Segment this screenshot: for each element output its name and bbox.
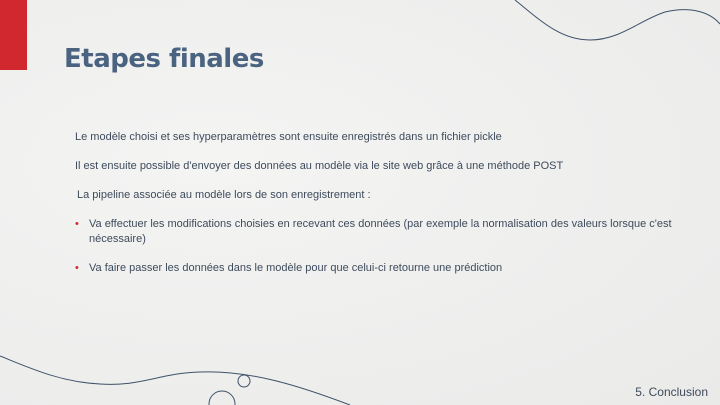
slide-body: Le modèle choisi et ses hyperparamètres …: [75, 130, 685, 290]
bullet-item: • Va effectuer les modifications choisie…: [75, 217, 685, 247]
slide-title: Etapes finales: [64, 44, 264, 74]
bullet-dot-icon: •: [75, 218, 79, 230]
bullet-item: • Va faire passer les données dans le mo…: [75, 261, 685, 276]
paragraph-pipeline: La pipeline associée au modèle lors de s…: [77, 189, 371, 201]
bullet-dot-icon: •: [75, 262, 79, 274]
slide: Etapes finales Le modèle choisi et ses h…: [0, 0, 720, 405]
paragraph-post: Il est ensuite possible d'envoyer des do…: [75, 160, 564, 172]
paragraph-pickle: Le modèle choisi et ses hyperparamètres …: [75, 131, 502, 143]
bullet-list: • Va effectuer les modifications choisie…: [75, 217, 685, 276]
section-footer: 5. Conclusion: [635, 385, 708, 399]
small-circle: [237, 374, 251, 388]
bullet-text: Va effectuer les modifications choisies …: [89, 218, 672, 245]
top-right-curve: [514, 0, 720, 41]
bottom-left-curve: [0, 355, 351, 405]
bullet-text: Va faire passer les données dans le modè…: [89, 262, 503, 274]
half-circle: [208, 390, 236, 405]
